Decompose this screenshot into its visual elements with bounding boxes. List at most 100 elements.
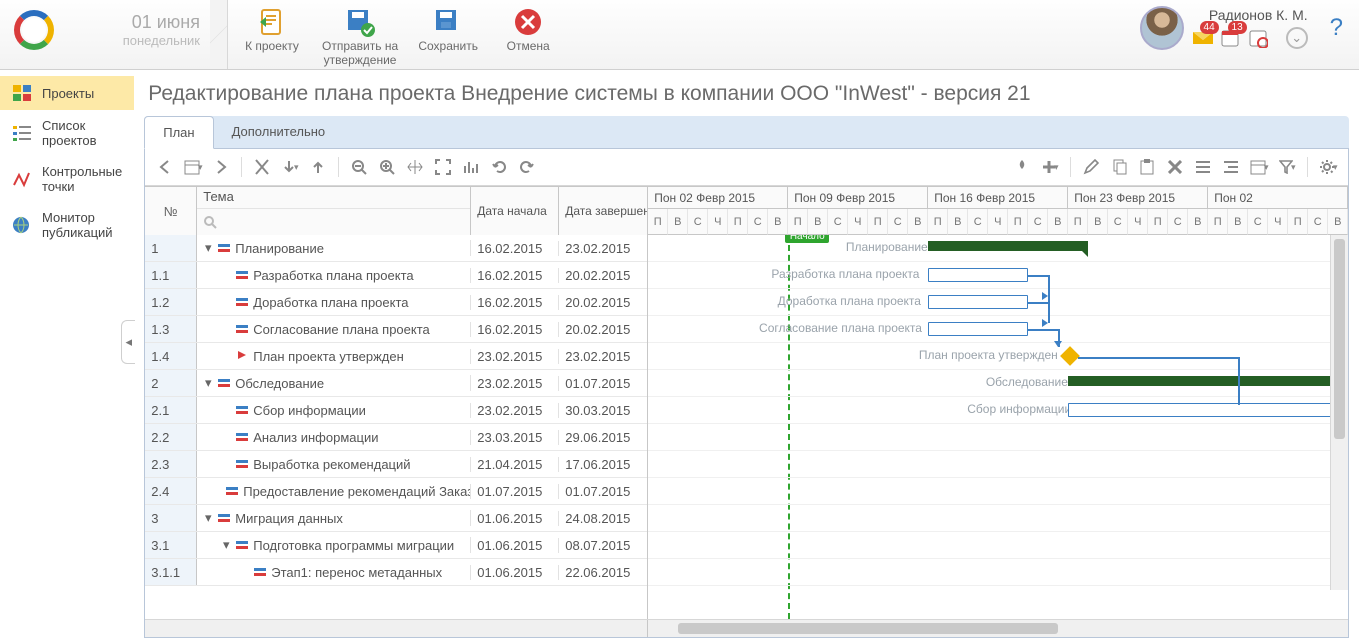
- critical-path-button[interactable]: [1010, 155, 1034, 179]
- task-bar[interactable]: [928, 268, 1028, 282]
- sidebar-item-monitor[interactable]: Монитор публикаций: [0, 202, 134, 248]
- projects-icon: [12, 84, 32, 102]
- sidebar-collapse-handle[interactable]: ◂: [121, 320, 135, 364]
- tab-bar: План Дополнительно: [144, 116, 1349, 149]
- day-header: П: [788, 209, 808, 235]
- table-row[interactable]: 2.1Сбор информации23.02.201530.03.2015: [145, 397, 647, 424]
- topic-search-input[interactable]: [197, 209, 470, 235]
- table-row[interactable]: 3.1.1Этап1: перенос метаданных01.06.2015…: [145, 559, 647, 586]
- settings-button[interactable]: ▾: [1316, 155, 1340, 179]
- table-row[interactable]: 1▾Планирование16.02.201523.02.2015: [145, 235, 647, 262]
- gantt-row: План проекта утвержден: [648, 343, 1348, 370]
- gantt-row: Обследование: [648, 370, 1348, 397]
- day-header: В: [1048, 209, 1068, 235]
- add-button[interactable]: ▾: [1038, 155, 1062, 179]
- day-header: В: [1328, 209, 1348, 235]
- day-header: Ч: [1128, 209, 1148, 235]
- task-bar[interactable]: [1068, 403, 1348, 417]
- day-header: С: [828, 209, 848, 235]
- chart-button[interactable]: [459, 155, 483, 179]
- table-row[interactable]: 2.3Выработка рекомендаций21.04.201517.06…: [145, 451, 647, 478]
- to-project-button[interactable]: К проекту: [232, 4, 312, 70]
- task-icon: [217, 241, 231, 255]
- summary-bar[interactable]: [928, 241, 1088, 251]
- delete-button[interactable]: [1163, 155, 1187, 179]
- table-row[interactable]: 1.3Согласование плана проекта16.02.20152…: [145, 316, 647, 343]
- day-header: П: [728, 209, 748, 235]
- col-start[interactable]: Дата начала: [471, 187, 559, 235]
- edit-button[interactable]: [1079, 155, 1103, 179]
- undo-button[interactable]: [487, 155, 511, 179]
- horizontal-scrollbar[interactable]: [648, 620, 1348, 637]
- globe-icon: [12, 216, 32, 234]
- day-header: В: [768, 209, 788, 235]
- day-header: С: [1248, 209, 1268, 235]
- expand-toggle[interactable]: ▾: [203, 240, 213, 256]
- sidebar-label: Список проектов: [42, 118, 122, 148]
- back-button[interactable]: [153, 155, 177, 179]
- forward-button[interactable]: [209, 155, 233, 179]
- col-number[interactable]: №: [145, 187, 197, 235]
- save-button[interactable]: Сохранить: [408, 4, 488, 70]
- redo-button[interactable]: [515, 155, 539, 179]
- table-row[interactable]: 1.1Разработка плана проекта16.02.201520.…: [145, 262, 647, 289]
- cancel-button[interactable]: Отмена: [488, 4, 568, 70]
- vertical-scrollbar[interactable]: [1330, 235, 1348, 590]
- gantt-row: Разработка плана проекта: [648, 262, 1348, 289]
- table-row[interactable]: 3.1▾Подготовка программы миграции01.06.2…: [145, 532, 647, 559]
- calendar-notif[interactable]: 13: [1220, 28, 1242, 48]
- col-end[interactable]: Дата завершения: [559, 187, 647, 235]
- table-row[interactable]: 2.2Анализ информации23.03.201529.06.2015: [145, 424, 647, 451]
- day-header: С: [748, 209, 768, 235]
- sidebar-item-project-list[interactable]: Список проектов: [0, 110, 134, 156]
- reminder-icon[interactable]: [1248, 28, 1270, 48]
- summary-bar[interactable]: [1068, 376, 1348, 386]
- table-row[interactable]: 3▾Миграция данных01.06.201524.08.2015: [145, 505, 647, 532]
- date-picker-button[interactable]: ▾: [1247, 155, 1271, 179]
- sidebar-item-milestones[interactable]: Контрольные точки: [0, 156, 134, 202]
- sidebar-label: Проекты: [42, 86, 94, 101]
- table-row[interactable]: 2.4Предоставление рекомендаций Заказч...…: [145, 478, 647, 505]
- tab-plan[interactable]: План: [144, 116, 213, 149]
- expand-toggle[interactable]: ▾: [203, 375, 213, 391]
- sidebar-item-projects[interactable]: Проекты: [0, 76, 134, 110]
- table-row[interactable]: 2▾Обследование23.02.201501.07.2015: [145, 370, 647, 397]
- expand-toggle[interactable]: ▾: [203, 510, 213, 526]
- move-up-button[interactable]: [306, 155, 330, 179]
- day-header: П: [1208, 209, 1228, 235]
- paste-button[interactable]: [1135, 155, 1159, 179]
- user-menu-chevron[interactable]: ⌄: [1286, 27, 1308, 49]
- help-button[interactable]: ?: [1330, 14, 1343, 42]
- day-header: П: [648, 209, 668, 235]
- submit-for-approval-button[interactable]: Отправить на утверждение: [312, 4, 408, 70]
- expand-toggle[interactable]: ▾: [221, 537, 231, 553]
- collapse-all-button[interactable]: [250, 155, 274, 179]
- outdent-button[interactable]: [1191, 155, 1215, 179]
- mail-notif[interactable]: 44: [1192, 28, 1214, 48]
- table-row[interactable]: 1.2Доработка плана проекта16.02.201520.0…: [145, 289, 647, 316]
- task-bar[interactable]: [928, 322, 1028, 336]
- indent-button[interactable]: [1219, 155, 1243, 179]
- milestone-marker[interactable]: [1060, 346, 1080, 366]
- zoom-out-button[interactable]: [347, 155, 371, 179]
- milestone-icon: [12, 170, 32, 188]
- week-header: Пон 16 Февр 2015: [928, 187, 1068, 209]
- task-icon: [235, 349, 249, 363]
- task-bar[interactable]: [928, 295, 1028, 309]
- day-header: В: [1228, 209, 1248, 235]
- avatar[interactable]: [1140, 6, 1184, 50]
- pan-button[interactable]: [403, 155, 427, 179]
- move-down-button[interactable]: ▾: [278, 155, 302, 179]
- header-date: 01 июня понедельник: [62, 12, 200, 48]
- col-topic[interactable]: Тема: [197, 187, 470, 209]
- fullscreen-button[interactable]: [431, 155, 455, 179]
- copy-button[interactable]: [1107, 155, 1131, 179]
- table-row[interactable]: 1.4План проекта утвержден23.02.201523.02…: [145, 343, 647, 370]
- dependency-link: [1078, 357, 1238, 359]
- gantt-row: Доработка плана проекта: [648, 289, 1348, 316]
- zoom-in-button[interactable]: [375, 155, 399, 179]
- tab-more[interactable]: Дополнительно: [214, 116, 344, 148]
- filter-button[interactable]: ▾: [1275, 155, 1299, 179]
- start-pin: Начало: [785, 235, 829, 243]
- calendar-button[interactable]: ▾: [181, 155, 205, 179]
